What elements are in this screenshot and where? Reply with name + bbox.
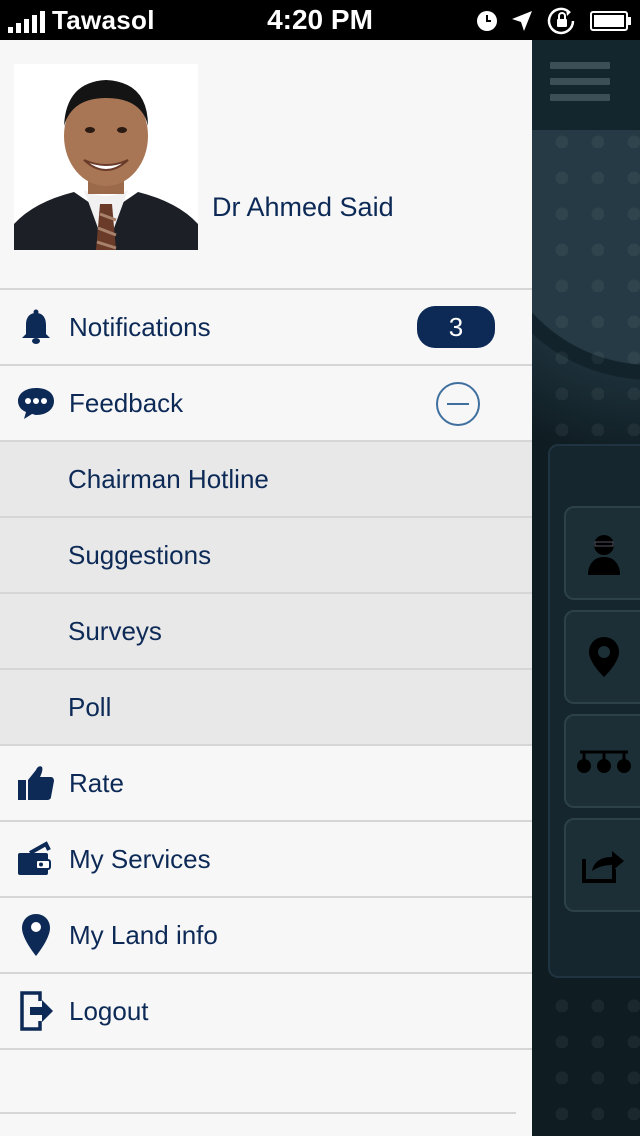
menu-item-label: Rate [69, 767, 124, 798]
submenu-item-suggestions[interactable]: Suggestions [0, 516, 532, 592]
menu-item-logout[interactable]: Logout [0, 972, 532, 1048]
logout-icon [16, 991, 56, 1031]
menu-item-my-land-info[interactable]: My Land info [0, 896, 532, 972]
location-arrow-icon [512, 11, 532, 31]
background-location-pin-icon[interactable] [564, 610, 640, 704]
menu-item-label: Feedback [69, 387, 184, 418]
profile-name[interactable]: Dr Ahmed Said [212, 192, 394, 223]
submenu-item-surveys[interactable]: Surveys [0, 592, 532, 668]
notification-count-badge: 3 [417, 306, 495, 348]
battery-icon [590, 11, 631, 31]
menu-item-label: Notifications [69, 311, 211, 342]
alarm-clock-icon [477, 11, 497, 31]
submenu-item-chairman-hotline[interactable]: Chairman Hotline [0, 440, 532, 516]
profile-header: Dr Ahmed Said [0, 40, 532, 288]
background-hierarchy-icon[interactable] [564, 714, 640, 808]
menu-item-label: Surveys [68, 615, 162, 646]
menu-item-label: Poll [68, 691, 112, 722]
menu-item-label: Logout [69, 995, 149, 1026]
menu-item-label: My Services [69, 843, 211, 874]
hamburger-menu-icon[interactable] [550, 62, 610, 106]
menu-item-label: My Land info [69, 919, 218, 950]
collapse-minus-icon[interactable] [436, 382, 480, 426]
menu-item-label: Chairman Hotline [68, 463, 269, 494]
menu-item-my-services[interactable]: My Services [0, 820, 532, 896]
background-share-icon[interactable] [564, 818, 640, 912]
chat-bubble-icon [16, 383, 56, 423]
submenu-item-poll[interactable]: Poll [0, 668, 532, 744]
rotation-lock-icon [547, 7, 575, 35]
footer-divider [0, 1112, 516, 1114]
menu-item-rate[interactable]: Rate [0, 744, 532, 820]
menu-item-feedback[interactable]: Feedback [0, 364, 532, 440]
menu-item-label: Suggestions [68, 539, 212, 570]
status-bar: Tawasol 4:20 PM [0, 0, 640, 40]
menu-item-notifications[interactable]: Notifications 3 [0, 288, 532, 364]
wallet-icon [16, 839, 56, 879]
avatar[interactable] [14, 64, 198, 250]
navigation-drawer: Dr Ahmed Said Notifications 3 Feedback C… [0, 40, 532, 1136]
background-app-header [532, 40, 640, 130]
menu-divider [0, 1048, 532, 1050]
bell-icon [16, 307, 56, 347]
background-app-view [532, 40, 640, 1136]
status-icons [476, 6, 632, 36]
background-contact-person-icon[interactable] [564, 506, 640, 600]
thumbs-up-icon [16, 763, 56, 803]
map-pin-icon [16, 914, 56, 956]
